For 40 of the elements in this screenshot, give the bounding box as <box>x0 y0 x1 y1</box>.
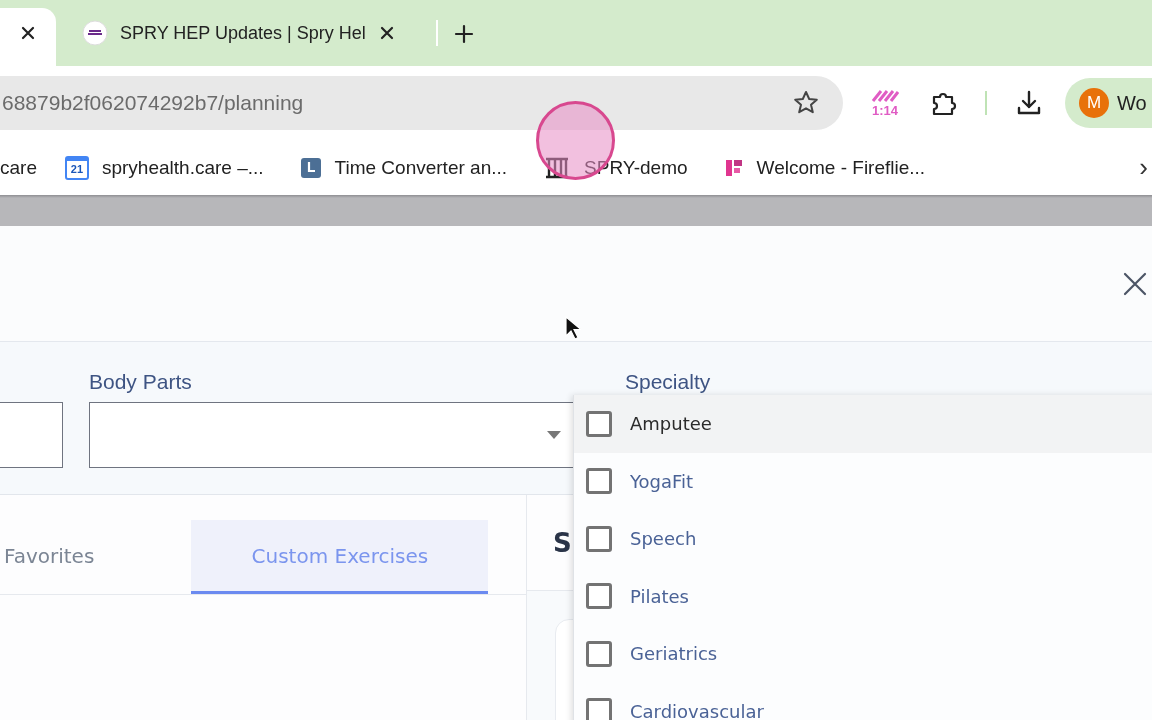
menu-option[interactable]: Geriatrics <box>574 625 1152 683</box>
timer-text: 1:14 <box>872 102 898 118</box>
bookmark[interactable]: 21 spryhealth.care –... <box>64 155 264 180</box>
menu-option[interactable]: YogaFit <box>574 452 1152 510</box>
checkbox[interactable] <box>586 583 612 610</box>
checkbox[interactable] <box>586 640 612 667</box>
chevron-button[interactable]: › <box>1139 152 1148 183</box>
checkbox[interactable] <box>586 525 612 552</box>
url-text: 68879b2f062074292b7/planning <box>2 91 304 115</box>
avatar: M <box>1079 88 1109 118</box>
stripes-icon <box>871 88 899 103</box>
site-logo-icon <box>82 20 108 46</box>
tab-title: SPRY HEP Updates | Spry Hel <box>120 22 366 44</box>
bookmark[interactable]: Welcome - Fireflie... <box>723 156 926 179</box>
tab[interactable]: Favorites <box>4 520 95 594</box>
star-icon[interactable] <box>793 90 819 116</box>
profile-name: Wo <box>1117 91 1147 115</box>
calendar-icon: 21 <box>64 155 89 180</box>
menu-option[interactable]: Speech <box>574 510 1152 568</box>
input-field[interactable] <box>0 402 63 468</box>
close-icon[interactable] <box>19 24 37 42</box>
checkbox[interactable] <box>586 468 612 495</box>
menu-option[interactable]: Pilates <box>574 567 1152 625</box>
new-tab-icon[interactable] <box>454 24 474 44</box>
address-bar[interactable]: 68879b2f062074292b7/planning <box>0 76 843 130</box>
field-label: Specialty <box>625 370 711 395</box>
profile-button[interactable]: M Wo <box>1065 78 1152 128</box>
bookmark[interactable]: care <box>0 156 37 179</box>
dropdown-caret-icon <box>547 431 561 439</box>
menu-option[interactable]: Amputee <box>574 395 1152 453</box>
close-icon[interactable] <box>1122 270 1148 297</box>
menu-option[interactable]: Cardiovascular <box>574 682 1152 720</box>
checkbox[interactable] <box>586 698 612 720</box>
checkbox[interactable] <box>586 410 612 437</box>
panel-heading: S <box>553 527 572 558</box>
bookmark[interactable]: Time Converter an... <box>299 156 508 179</box>
clock-icon <box>299 156 322 179</box>
field-label: Body Parts <box>89 370 193 395</box>
fireflies-logo-icon <box>723 157 744 178</box>
download-icon[interactable] <box>1015 89 1043 117</box>
